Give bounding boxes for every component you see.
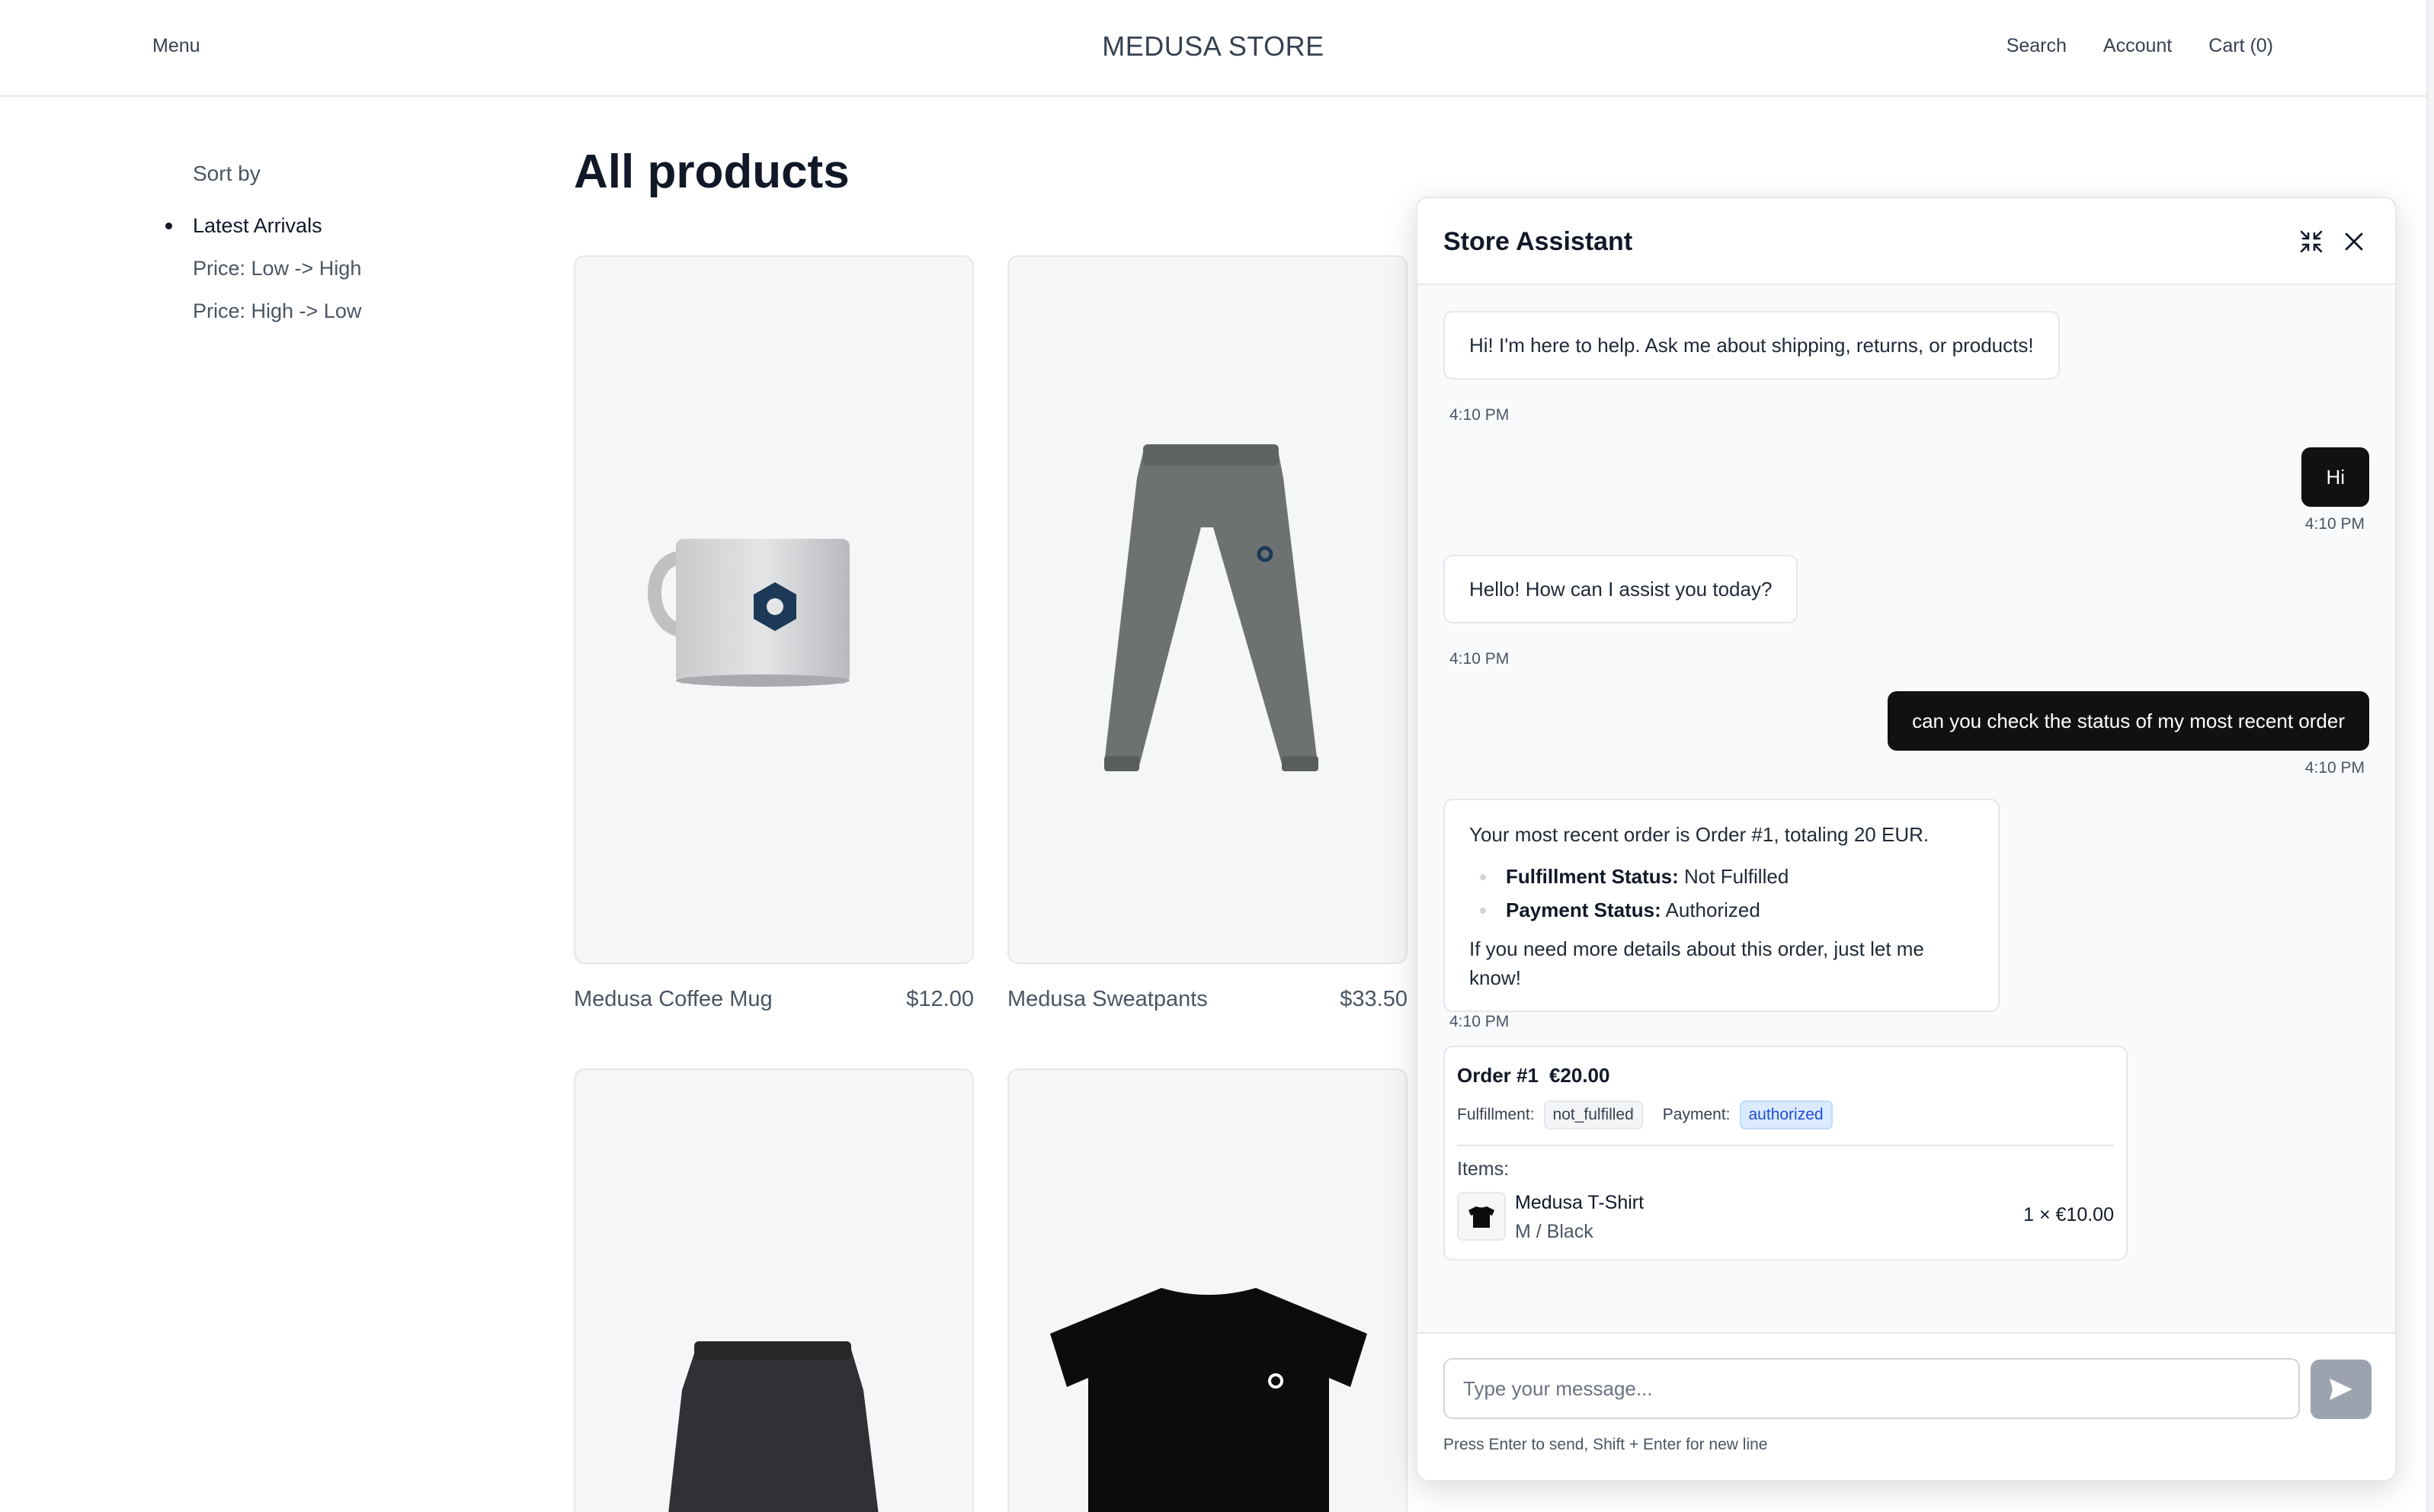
sort-option-latest[interactable]: Latest Arrivals [165,212,361,255]
user-message: Hi [2301,447,2369,507]
message-text: Your most recent order is Order #1, tota… [1469,823,1930,846]
payment-label: Payment: [1662,1106,1731,1123]
order-card-header: Order #1 €20.00 [1457,1064,1620,1088]
account-link[interactable]: Account [2103,35,2172,57]
order-card-status: Fulfillment: not_fulfilled Payment: auth… [1457,1100,1833,1129]
sort-option-label: Price: High -> Low [193,300,362,322]
page-title: All products [574,146,850,198]
message-text: Hi! I'm here to help. Ask me about shipp… [1469,334,2034,357]
payment-badge: authorized [1739,1100,1833,1129]
product-image-mug[interactable] [574,255,974,964]
message-timestamp: 4:10 PM [1449,406,1510,424]
cart-link[interactable]: Cart (0) [2208,35,2273,57]
assistant-header: Store Assistant [1417,198,2395,285]
product-card[interactable] [1007,1068,1408,1512]
sort-by-label: Sort by [193,162,261,185]
bot-message: Hello! How can I assist you today? [1443,555,1798,623]
send-button[interactable] [2311,1360,2372,1419]
minimize-icon[interactable] [2295,226,2327,258]
order-line-item: Medusa T-Shirt M / Black 1 × €10.00 [1457,1192,2114,1244]
message-input[interactable] [1443,1358,2300,1419]
message-text: Hello! How can I assist you today? [1469,578,1773,601]
fulfillment-status-value: Not Fulfilled [1678,865,1789,888]
product-image-sweatpants[interactable] [1007,255,1408,964]
sort-option-price-desc[interactable]: Price: High -> Low [193,297,361,340]
close-icon[interactable] [2338,226,2370,258]
message-timestamp: 4:10 PM [2304,759,2365,777]
payment-status-label: Payment Status: [1506,899,1661,921]
send-icon [2330,1379,2352,1400]
sort-options: Latest Arrivals Price: Low -> High Price… [165,212,361,340]
product-price: $12.00 [906,987,974,1011]
order-total: €20.00 [1548,1064,1610,1087]
t-shirt-thumbnail [1457,1192,1506,1241]
order-status-list: Fulfillment Status: Not Fulfilled Paymen… [1469,860,1974,927]
order-number: Order #1 [1457,1064,1539,1087]
items-label: Items: [1457,1158,1510,1180]
message-timestamp: 4:10 PM [1449,650,1510,668]
page-scrollbar[interactable] [2426,0,2434,1512]
order-card: Order #1 €20.00 Fulfillment: not_fulfille… [1443,1046,2128,1261]
product-price: $33.50 [1340,987,1408,1011]
fulfillment-status-label: Fulfillment Status: [1506,865,1679,888]
product-card[interactable] [574,1068,974,1512]
bot-message: Your most recent order is Order #1, tota… [1443,799,2000,1012]
item-name: Medusa T-Shirt [1515,1192,1645,1213]
message-text: If you need more details about this orde… [1469,937,1924,989]
fulfillment-status-item: Fulfillment Status: Not Fulfilled [1469,860,1974,893]
search-link[interactable]: Search [2006,35,2067,57]
product-name: Medusa Sweatpants [1007,987,1208,1011]
sort-option-label: Latest Arrivals [193,214,322,237]
top-nav: Menu MEDUSA STORE Search Account Cart (0… [0,0,2426,97]
message-timestamp: 4:10 PM [2304,515,2365,533]
item-variant: M / Black [1515,1221,1593,1242]
user-message: can you check the status of my most rece… [1888,691,2369,751]
fulfillment-badge: not_fulfilled [1543,1100,1643,1129]
item-qty-price: 1 × €10.00 [2023,1204,2114,1225]
product-name: Medusa Coffee Mug [574,987,773,1011]
bot-message: Hi! I'm here to help. Ask me about shipp… [1443,311,2060,380]
assistant-composer: Press Enter to send, Shift + Enter for n… [1417,1332,2395,1480]
assistant-title: Store Assistant [1443,227,1633,256]
selected-bullet [165,223,172,229]
product-card[interactable]: Medusa Coffee Mug $12.00 [574,255,974,1012]
fulfillment-label: Fulfillment: [1457,1106,1535,1123]
store-assistant-panel: Store Assistant Hi! I'm here to help. As… [1416,197,2397,1482]
message-text: can you check the status of my most rece… [1912,710,2345,732]
product-card[interactable]: Medusa Sweatpants $33.50 [1007,255,1408,1012]
product-image-t-shirt[interactable] [1007,1068,1408,1512]
message-timestamp: 4:10 PM [1449,1013,1510,1030]
product-image-shorts[interactable] [574,1068,974,1512]
product-meta: Medusa Coffee Mug $12.00 [574,987,974,1012]
sort-option-price-asc[interactable]: Price: Low -> High [193,255,361,297]
composer-hint: Press Enter to send, Shift + Enter for n… [1443,1436,1768,1453]
nav-right: Search Account Cart (0) [2006,35,2273,57]
sort-option-label: Price: Low -> High [193,257,362,280]
divider [1457,1145,2114,1146]
payment-status-value: Authorized [1661,899,1760,921]
product-meta: Medusa Sweatpants $33.50 [1007,987,1408,1012]
payment-status-item: Payment Status: Authorized [1469,893,1974,927]
message-text: Hi [2326,466,2345,489]
